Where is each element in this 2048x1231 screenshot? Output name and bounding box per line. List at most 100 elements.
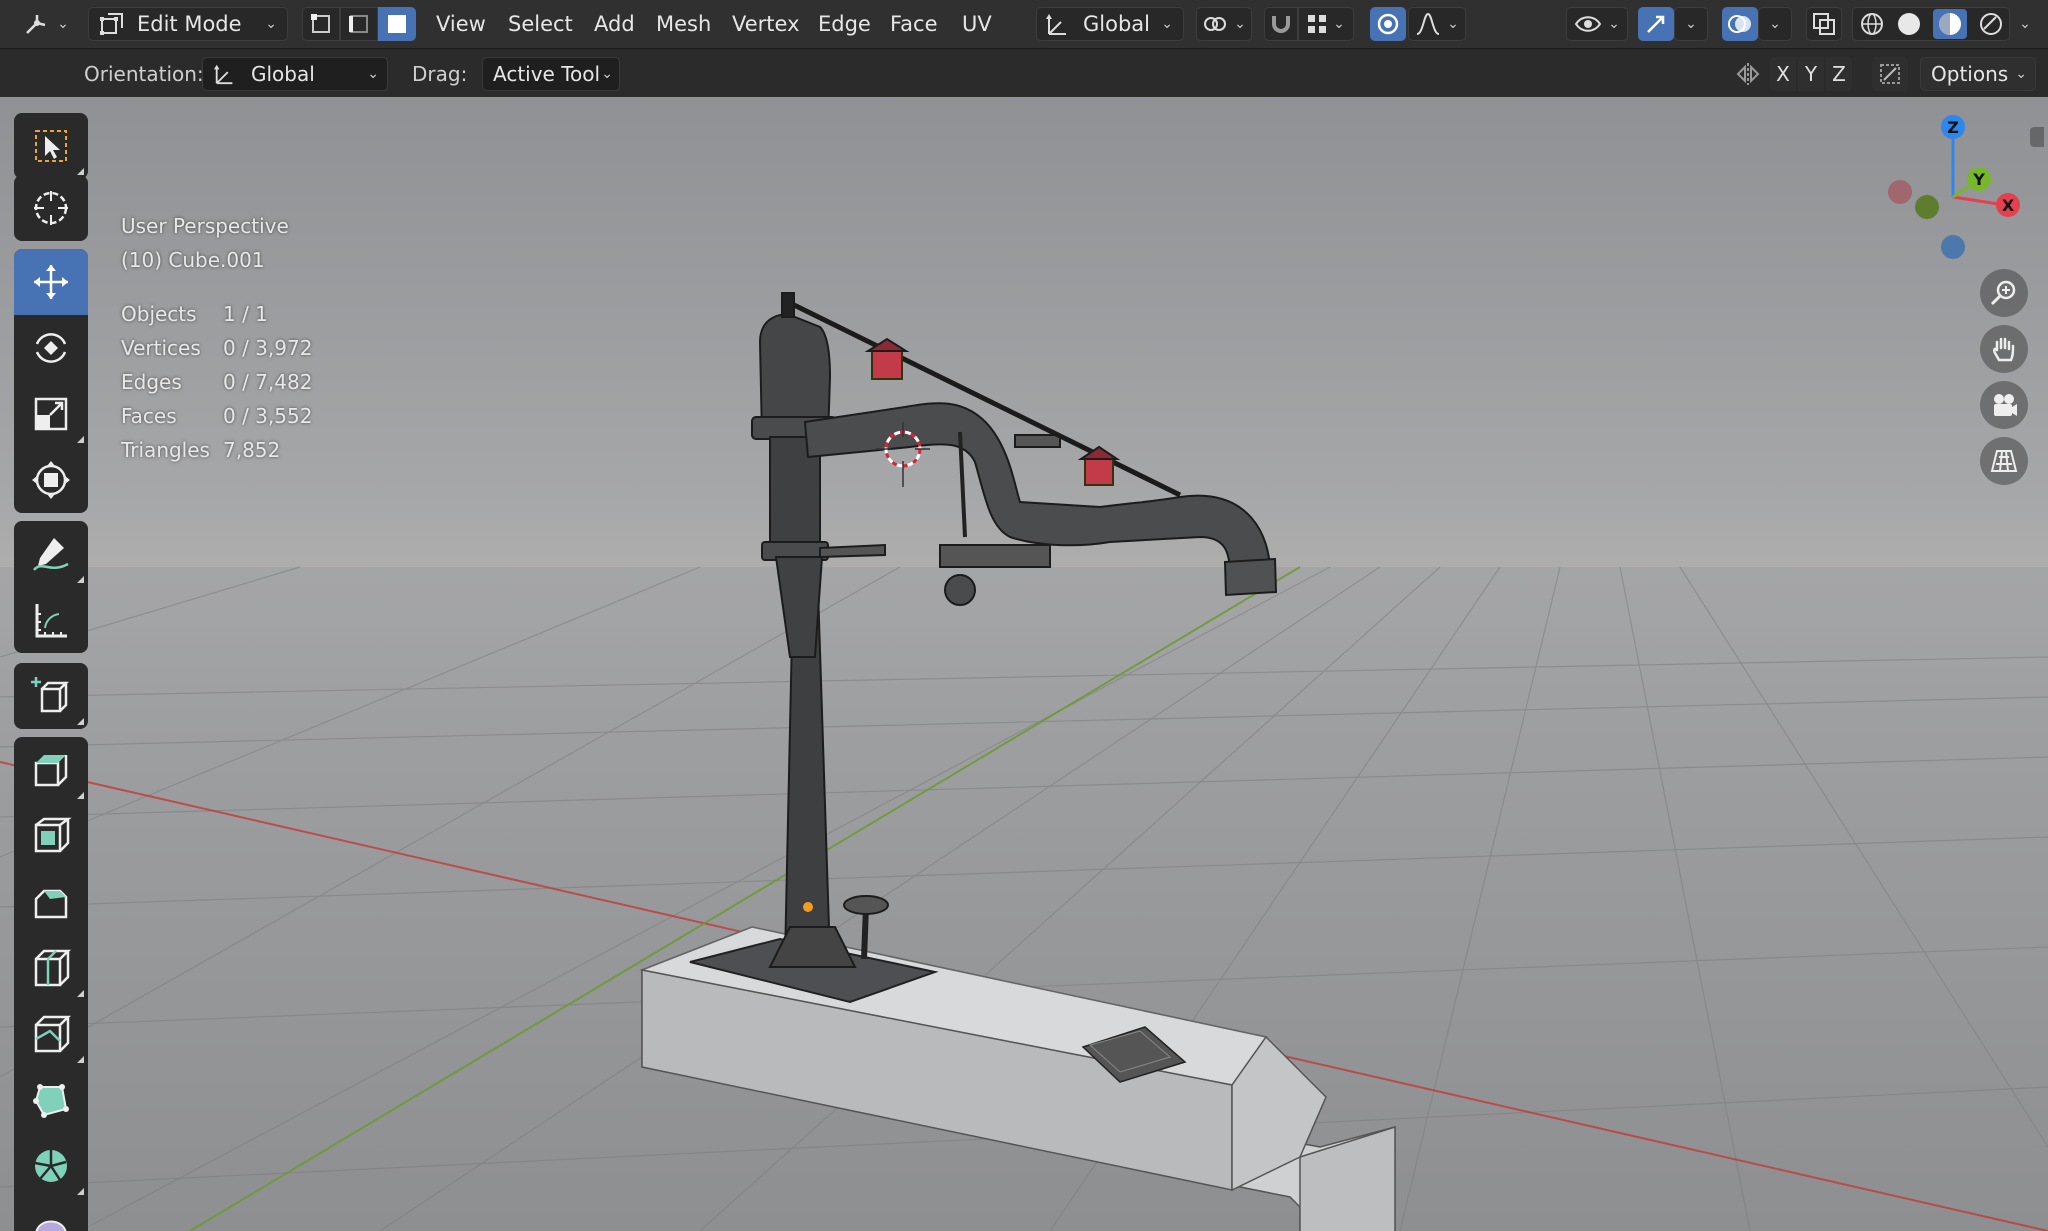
toolbar-group-add bbox=[14, 663, 88, 729]
gizmo-toggle[interactable] bbox=[1638, 7, 1674, 41]
menu-uv[interactable]: UV bbox=[958, 7, 996, 41]
stat-value: 0 / 3,552 bbox=[223, 404, 313, 428]
drag-label: Drag: bbox=[412, 62, 468, 86]
overlay-dropdown[interactable]: ⌄ bbox=[1758, 7, 1792, 41]
orientation-label: Orientation: bbox=[84, 62, 204, 86]
transform-gizmo-icon bbox=[26, 15, 46, 34]
chevron-down-icon: ⌄ bbox=[265, 16, 277, 32]
gizmo-dropdown[interactable]: ⌄ bbox=[1674, 7, 1708, 41]
visibility-dropdown[interactable]: ⌄ bbox=[1566, 7, 1628, 41]
sidebar-toggle[interactable] bbox=[2030, 127, 2044, 147]
eye-icon bbox=[1574, 16, 1602, 32]
overlay-toggle[interactable] bbox=[1722, 7, 1758, 41]
inset-faces-tool[interactable] bbox=[14, 803, 88, 869]
proportional-edit-toggle[interactable] bbox=[1370, 7, 1406, 41]
add-cube-tool[interactable] bbox=[14, 663, 88, 729]
gizmo-y-label: Y bbox=[1972, 170, 1985, 189]
snap-toggle[interactable] bbox=[1264, 7, 1298, 41]
menu-vertex[interactable]: Vertex bbox=[728, 7, 804, 41]
camera-view-button[interactable] bbox=[1980, 381, 2028, 429]
stat-label: Edges bbox=[121, 370, 182, 394]
solid-shading-icon[interactable] bbox=[1896, 11, 1922, 37]
face-select-button[interactable] bbox=[378, 7, 416, 41]
transform-tool[interactable] bbox=[14, 447, 88, 513]
shading-dropdown[interactable]: ⌄ bbox=[2010, 7, 2040, 41]
cursor-icon bbox=[34, 191, 68, 225]
viewport-info-overlay: User Perspective (10) Cube.001 Objects 1 … bbox=[121, 209, 312, 467]
inset-icon bbox=[34, 817, 72, 853]
menu-mesh[interactable]: Mesh bbox=[652, 7, 715, 41]
falloff-dropdown[interactable]: ⌄ bbox=[1408, 7, 1466, 41]
auto-merge-icon bbox=[1880, 64, 1900, 84]
toolbar-group-cursor bbox=[14, 175, 88, 241]
scale-icon bbox=[34, 397, 68, 431]
chevron-down-icon: ⌄ bbox=[1447, 16, 1459, 32]
orientation-value: Global bbox=[251, 62, 315, 86]
smooth-tool[interactable] bbox=[14, 1199, 88, 1231]
menu-view[interactable]: View bbox=[432, 7, 490, 41]
extrude-region-tool[interactable] bbox=[14, 737, 88, 803]
axis-x-toggle[interactable]: X bbox=[1770, 57, 1796, 91]
gizmo-arrow-icon bbox=[1647, 15, 1665, 33]
camera-icon bbox=[1994, 394, 2017, 416]
zoom-button[interactable] bbox=[1980, 269, 2028, 317]
menu-edge[interactable]: Edge bbox=[814, 7, 875, 41]
extrude-icon bbox=[34, 755, 68, 787]
axis-y-toggle[interactable]: Y bbox=[1798, 57, 1824, 91]
auto-merge-button[interactable] bbox=[1872, 57, 1908, 91]
material-preview-shading-button[interactable] bbox=[1932, 9, 1967, 39]
stat-label: Triangles bbox=[121, 438, 210, 462]
orientation-dropdown[interactable]: Global ⌄ bbox=[202, 57, 388, 91]
navigation-gizmo[interactable]: Z X Y bbox=[1875, 112, 2025, 272]
toolbar-group-select bbox=[14, 113, 88, 179]
mode-dropdown[interactable]: Edit Mode ⌄ bbox=[88, 7, 288, 41]
bevel-tool[interactable] bbox=[14, 869, 88, 935]
edge-select-button[interactable] bbox=[340, 7, 378, 41]
falloff-curve-icon bbox=[1416, 12, 1440, 35]
stat-row: Vertices 0 / 3,972 bbox=[121, 331, 312, 365]
transform-orientation-dropdown[interactable]: Global ⌄ bbox=[1036, 7, 1184, 41]
menu-add[interactable]: Add bbox=[590, 7, 639, 41]
loop-cut-tool[interactable] bbox=[14, 935, 88, 1001]
editor-type-button[interactable]: ⌄ bbox=[18, 7, 74, 41]
annotate-tool[interactable] bbox=[14, 521, 88, 587]
annotate-icon bbox=[33, 538, 69, 571]
pivot-point-icon bbox=[1204, 17, 1227, 31]
rotate-tool[interactable] bbox=[14, 315, 88, 381]
spin-tool[interactable] bbox=[14, 1133, 88, 1199]
tool-options-indicator bbox=[77, 792, 84, 799]
ortho-toggle-button[interactable] bbox=[1980, 437, 2028, 485]
axis-z-toggle[interactable]: Z bbox=[1826, 57, 1852, 91]
mirror-icon-button[interactable] bbox=[1730, 57, 1766, 91]
tool-options-indicator bbox=[77, 990, 84, 997]
select-box-tool[interactable] bbox=[14, 113, 88, 179]
add-cube-icon bbox=[31, 677, 70, 713]
stat-label: Vertices bbox=[121, 336, 201, 360]
poly-build-tool[interactable] bbox=[14, 1067, 88, 1133]
tool-options-indicator bbox=[77, 1056, 84, 1063]
pan-button[interactable] bbox=[1980, 325, 2028, 373]
move-tool[interactable] bbox=[14, 249, 88, 315]
xray-toggle[interactable] bbox=[1806, 7, 1842, 41]
measure-tool[interactable] bbox=[14, 587, 88, 653]
menu-select[interactable]: Select bbox=[504, 7, 577, 41]
3d-viewport[interactable]: User Perspective (10) Cube.001 Objects 1 … bbox=[0, 97, 2048, 1231]
scale-tool[interactable] bbox=[14, 381, 88, 447]
pivot-point-dropdown[interactable]: ⌄ bbox=[1196, 7, 1252, 41]
chevron-down-icon: ⌄ bbox=[1234, 16, 1246, 32]
chevron-down-icon: ⌄ bbox=[57, 16, 69, 32]
snap-target-dropdown[interactable]: ⌄ bbox=[1298, 7, 1354, 41]
knife-tool[interactable] bbox=[14, 1001, 88, 1067]
cursor-tool[interactable] bbox=[14, 175, 88, 241]
origin-point bbox=[803, 902, 813, 912]
menu-face[interactable]: Face bbox=[886, 7, 942, 41]
wireframe-shading-icon[interactable] bbox=[1859, 11, 1885, 37]
proportional-edit-icon bbox=[1377, 13, 1399, 35]
drag-dropdown[interactable]: Active Tool ⌄ bbox=[482, 57, 620, 91]
rendered-shading-icon[interactable] bbox=[1978, 11, 2004, 37]
stat-row: Objects 1 / 1 bbox=[121, 297, 312, 331]
options-dropdown[interactable]: Options ⌄ bbox=[1920, 57, 2036, 91]
tool-settings-bar: Orientation: Global ⌄ Drag: Active Tool … bbox=[0, 49, 2048, 98]
edit-mode-icon bbox=[100, 13, 123, 35]
vertex-select-button[interactable] bbox=[302, 7, 340, 41]
